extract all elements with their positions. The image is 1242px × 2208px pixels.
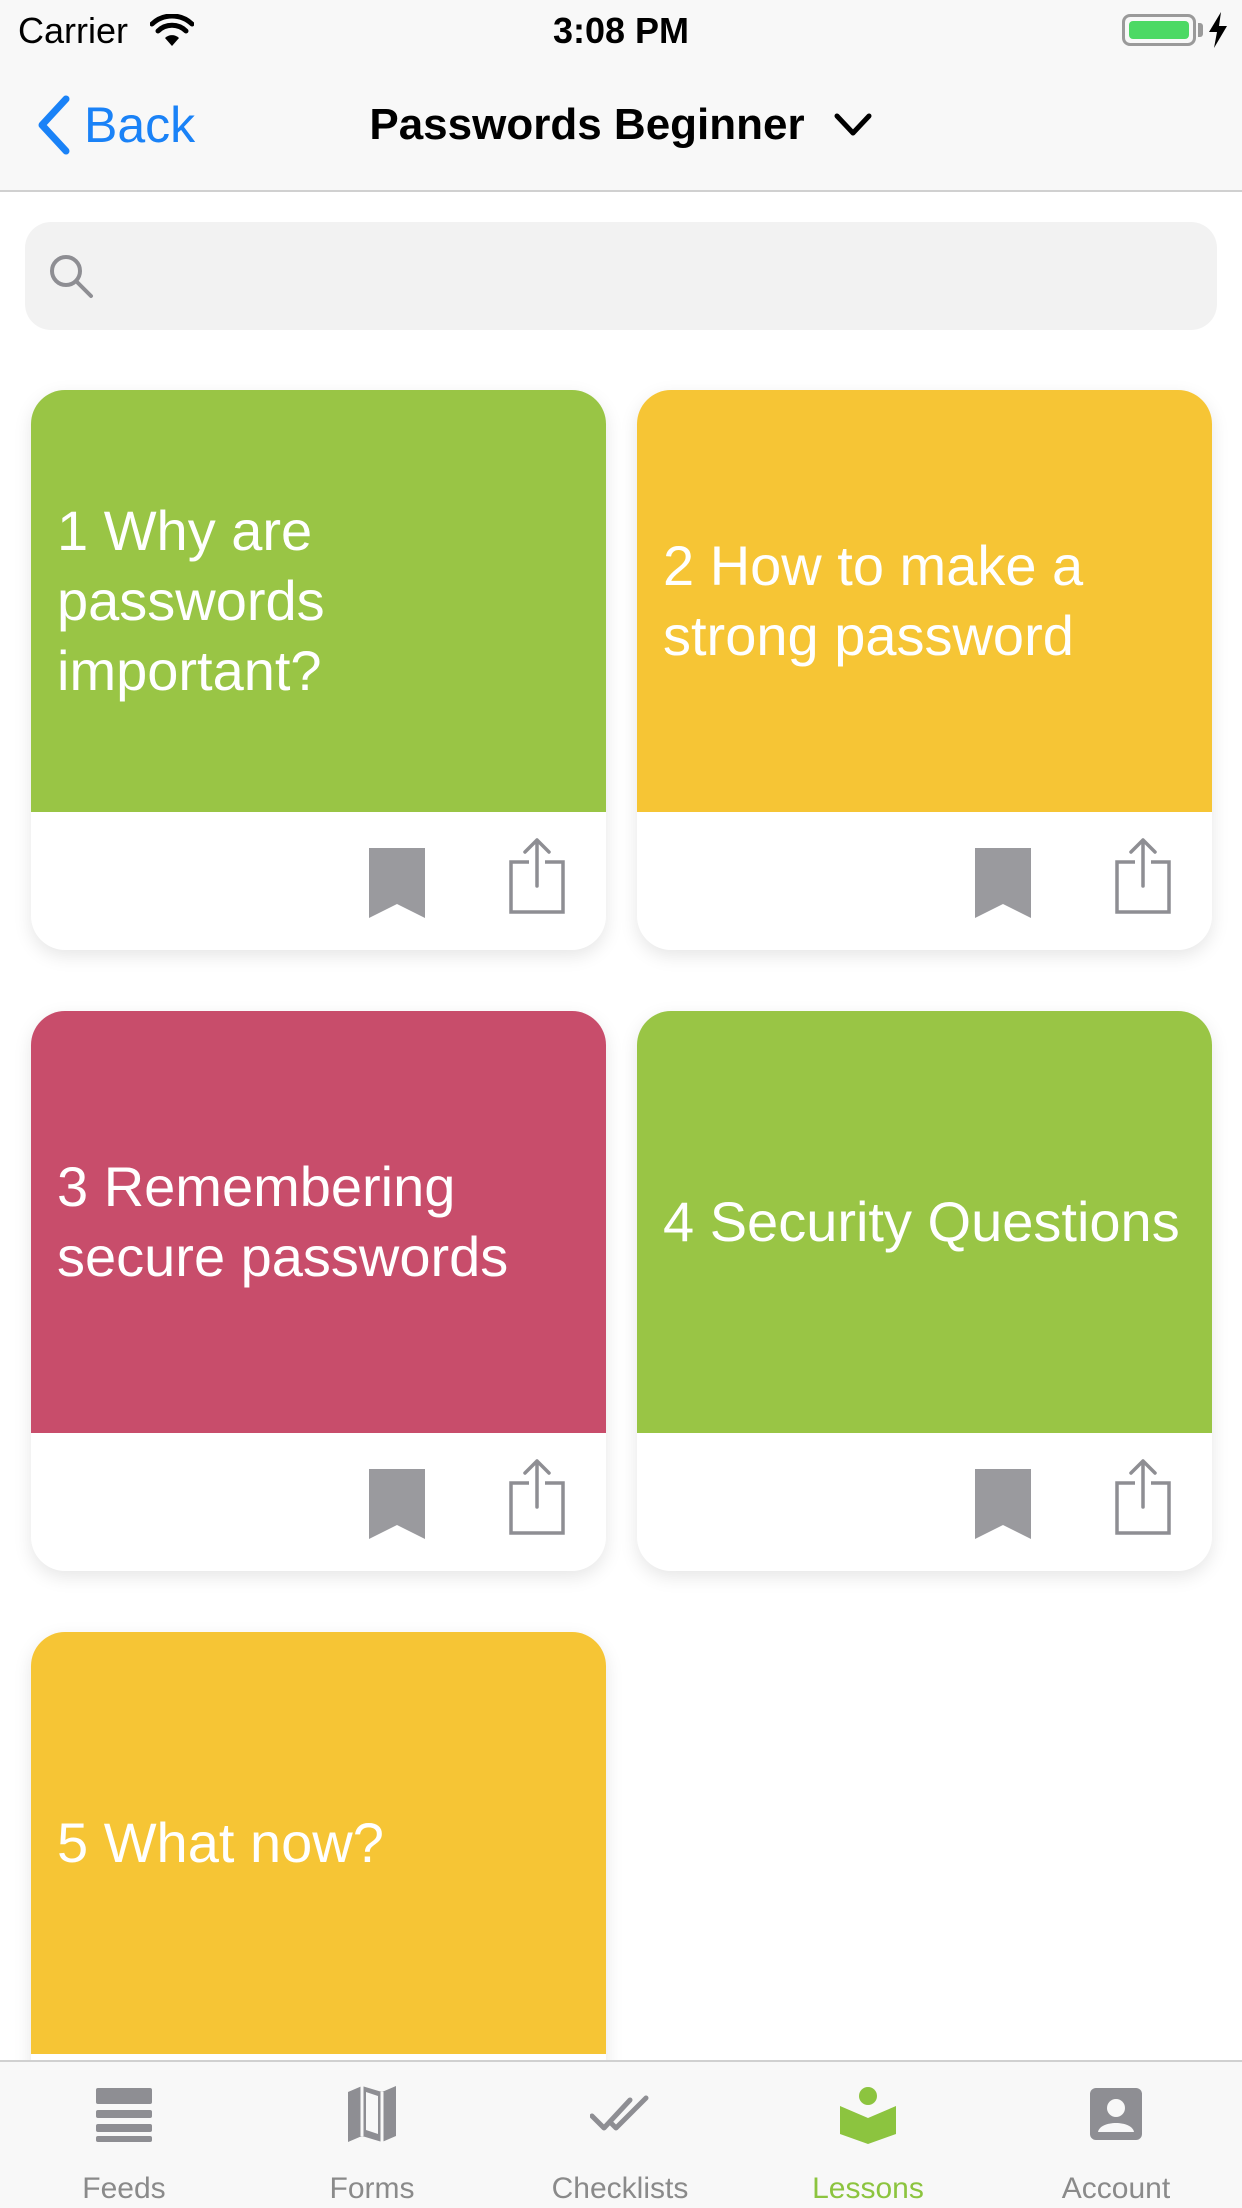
lesson-card[interactable]: 4 Security Questions [637,1011,1212,1571]
lesson-card-actions [31,1433,606,1571]
page-title: Passwords Beginner [369,100,805,149]
lesson-card[interactable]: 3 Remembering secure passwords [31,1011,606,1571]
bookmark-icon[interactable] [975,848,1031,918]
share-icon[interactable] [507,836,567,916]
share-icon[interactable] [507,1457,567,1537]
tab-lessons[interactable]: Lessons [744,2062,992,2208]
map-icon [348,2086,396,2142]
reader-icon [840,2087,896,2144]
status-bar: Carrier 3:08 PM [0,0,1242,60]
lesson-card-header: 5 What now? [31,1632,606,2054]
lesson-title: 4 Security Questions [663,1190,1180,1253]
share-icon[interactable] [1113,1457,1173,1537]
lesson-title: 5 What now? [57,1811,384,1874]
tab-feeds[interactable]: Feeds [0,2062,248,2208]
battery-tip [1198,23,1203,37]
bookmark-icon[interactable] [369,1469,425,1539]
tab-label: Checklists [551,2172,689,2205]
tab-label: Forms [329,2172,415,2205]
tab-label: Lessons [812,2172,924,2205]
lesson-card-header: 2 How to make a strong password [637,390,1212,812]
lesson-card-actions [637,1433,1212,1571]
tab-label: Account [1061,2172,1171,2205]
battery-icon [1122,14,1196,46]
lesson-card-actions [31,812,606,950]
lesson-title: 3 Remembering secure passwords [57,1155,509,1288]
lesson-card[interactable]: 1 Why are passwords important? [31,390,606,950]
lesson-title: 1 Why are passwords important? [57,499,325,702]
bookmark-icon[interactable] [975,1469,1031,1539]
feeds-icon [96,2088,152,2142]
lesson-card-header: 4 Security Questions [637,1011,1212,1433]
navigation-bar: Back Passwords Beginner [0,60,1242,192]
search-input[interactable] [115,240,1195,312]
double-check-icon [590,2095,649,2131]
tab-label: Feeds [82,2172,166,2205]
tab-checklists[interactable]: Checklists [496,2062,744,2208]
bookmark-icon[interactable] [369,848,425,918]
share-icon[interactable] [1113,836,1173,916]
tab-account[interactable]: Account [992,2062,1240,2208]
tab-bar: Feeds Forms Checklists Lessons Account [0,2060,1242,2208]
search-icon [50,255,93,298]
lesson-card-header: 3 Remembering secure passwords [31,1011,606,1433]
tab-forms[interactable]: Forms [248,2062,496,2208]
charging-icon [1209,12,1227,48]
clock: 3:08 PM [552,10,690,51]
chevron-down-icon [834,113,872,136]
account-icon [1090,2088,1142,2140]
search-bar[interactable] [25,222,1217,330]
lesson-card[interactable]: 2 How to make a strong password [637,390,1212,950]
lesson-card-header: 1 Why are passwords important? [31,390,606,812]
lesson-card-actions [637,812,1212,950]
lesson-title: 2 How to make a strong password [663,534,1084,667]
course-selector[interactable]: Passwords Beginner [369,100,872,150]
